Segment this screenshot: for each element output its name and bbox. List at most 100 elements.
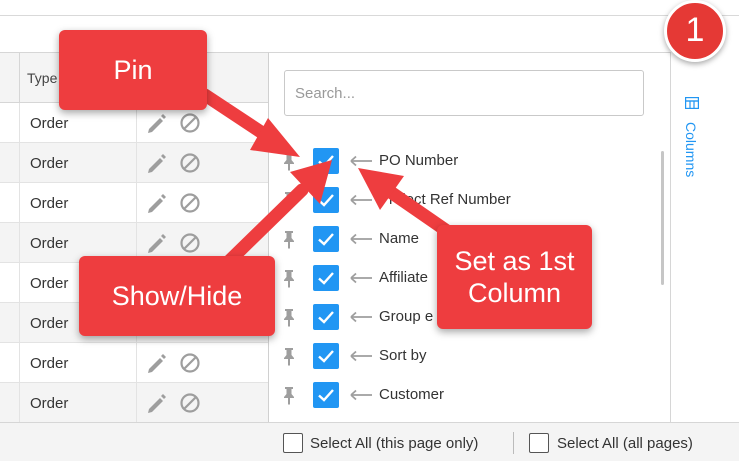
row-actions bbox=[146, 352, 206, 374]
column-item-label: PO Number bbox=[379, 152, 459, 169]
panel-scrollbar[interactable] bbox=[661, 151, 664, 285]
cell-type: Order bbox=[30, 195, 69, 212]
check-icon bbox=[318, 194, 334, 207]
column-search-input[interactable] bbox=[284, 70, 644, 116]
column-item-label: Sort by bbox=[379, 347, 427, 364]
column-item-sort-by: Sort by bbox=[279, 341, 639, 371]
set-first-column-arrow-icon[interactable] bbox=[349, 388, 373, 402]
cell-divider bbox=[136, 183, 137, 223]
column-visibility-checkbox[interactable] bbox=[313, 304, 339, 330]
row-select-cell[interactable] bbox=[0, 183, 20, 223]
row-actions bbox=[146, 192, 206, 214]
table-row: Order bbox=[0, 183, 268, 223]
edit-pencil-icon[interactable] bbox=[148, 394, 166, 413]
select-all-label[interactable]: Select All (all pages) bbox=[557, 435, 693, 452]
column-item-project-ref-number: Project Ref Number bbox=[279, 185, 639, 215]
columns-icon[interactable] bbox=[685, 97, 699, 109]
cell-divider bbox=[136, 343, 137, 383]
pin-icon[interactable] bbox=[279, 346, 299, 366]
row-actions bbox=[146, 232, 206, 254]
row-select-cell[interactable] bbox=[0, 223, 20, 263]
column-visibility-checkbox[interactable] bbox=[313, 265, 339, 291]
pin-icon[interactable] bbox=[279, 190, 299, 210]
set-first-column-arrow-icon[interactable] bbox=[349, 193, 373, 207]
header-type[interactable]: Type bbox=[27, 70, 57, 86]
select-page-checkbox[interactable] bbox=[283, 433, 303, 453]
column-item-po-number: PO Number bbox=[279, 146, 639, 176]
tool-sidebar: Columns bbox=[670, 52, 739, 422]
column-item-label: Group e bbox=[379, 308, 434, 325]
table-row: Order bbox=[0, 143, 268, 183]
row-select-cell[interactable] bbox=[0, 343, 20, 383]
column-item-label: Project Ref Number bbox=[379, 191, 511, 208]
table-row: Order bbox=[0, 383, 268, 422]
set-first-column-callout-line2: Column bbox=[467, 278, 562, 308]
pin-icon[interactable] bbox=[279, 385, 299, 405]
edit-pencil-icon[interactable] bbox=[148, 114, 166, 133]
cell-type: Order bbox=[30, 395, 69, 412]
table-row: Order bbox=[0, 343, 268, 383]
edit-pencil-icon[interactable] bbox=[148, 354, 166, 373]
select-page-label[interactable]: Select All (this page only) bbox=[310, 435, 478, 452]
check-icon bbox=[318, 350, 334, 363]
cell-type: Order bbox=[30, 315, 69, 332]
set-first-column-callout-line1: Set as 1st bbox=[454, 246, 575, 276]
column-visibility-checkbox[interactable] bbox=[313, 226, 339, 252]
column-visibility-checkbox[interactable] bbox=[313, 148, 339, 174]
show-hide-callout: Show/Hide bbox=[79, 256, 275, 336]
set-first-column-arrow-icon[interactable] bbox=[349, 271, 373, 285]
pin-icon[interactable] bbox=[279, 268, 299, 288]
set-first-column-arrow-icon[interactable] bbox=[349, 310, 373, 324]
disable-icon[interactable] bbox=[180, 233, 200, 253]
row-actions bbox=[146, 392, 206, 414]
column-item-customer: Customer bbox=[279, 380, 639, 410]
column-visibility-checkbox[interactable] bbox=[313, 343, 339, 369]
edit-pencil-icon[interactable] bbox=[148, 154, 166, 173]
selection-divider bbox=[513, 432, 514, 454]
edit-pencil-icon[interactable] bbox=[148, 194, 166, 213]
pin-icon[interactable] bbox=[279, 229, 299, 249]
column-visibility-checkbox[interactable] bbox=[313, 382, 339, 408]
cell-type: Order bbox=[30, 235, 69, 252]
header-select-cell bbox=[0, 53, 20, 103]
select-all-checkbox[interactable] bbox=[529, 433, 549, 453]
disable-icon[interactable] bbox=[180, 113, 200, 133]
set-first-column-arrow-icon[interactable] bbox=[349, 154, 373, 168]
column-visibility-checkbox[interactable] bbox=[313, 187, 339, 213]
column-item-label: Name bbox=[379, 230, 420, 247]
row-actions bbox=[146, 152, 206, 174]
check-icon bbox=[318, 155, 334, 168]
row-select-cell[interactable] bbox=[0, 303, 20, 343]
set-first-column-arrow-icon[interactable] bbox=[349, 232, 373, 246]
pin-icon[interactable] bbox=[279, 151, 299, 171]
selection-bar: Select All (this page only) Select All (… bbox=[0, 422, 739, 461]
disable-icon[interactable] bbox=[180, 353, 200, 373]
set-first-column-arrow-icon[interactable] bbox=[349, 349, 373, 363]
check-icon bbox=[318, 272, 334, 285]
pin-callout: Pin bbox=[59, 30, 207, 110]
show-hide-callout-text: Show/Hide bbox=[111, 281, 243, 311]
disable-icon[interactable] bbox=[180, 193, 200, 213]
disable-icon[interactable] bbox=[180, 393, 200, 413]
cell-type: Order bbox=[30, 155, 69, 172]
columns-tab-label[interactable]: Columns bbox=[683, 122, 699, 177]
cell-divider bbox=[136, 383, 137, 422]
cell-divider bbox=[136, 143, 137, 183]
check-icon bbox=[318, 233, 334, 246]
check-icon bbox=[318, 311, 334, 324]
column-item-label: Affiliate bbox=[379, 269, 428, 286]
row-select-cell[interactable] bbox=[0, 383, 20, 422]
column-item-label: Customer bbox=[379, 386, 445, 403]
cell-type: Order bbox=[30, 355, 69, 372]
set-first-column-callout: Set as 1st Column bbox=[437, 225, 592, 329]
row-select-cell[interactable] bbox=[0, 103, 20, 143]
pin-callout-text: Pin bbox=[113, 55, 153, 85]
disable-icon[interactable] bbox=[180, 153, 200, 173]
cell-type: Order bbox=[30, 115, 69, 132]
edit-pencil-icon[interactable] bbox=[148, 234, 166, 253]
row-actions bbox=[146, 112, 206, 134]
row-select-cell[interactable] bbox=[0, 143, 20, 183]
check-icon bbox=[318, 389, 334, 402]
row-select-cell[interactable] bbox=[0, 263, 20, 303]
pin-icon[interactable] bbox=[279, 307, 299, 327]
